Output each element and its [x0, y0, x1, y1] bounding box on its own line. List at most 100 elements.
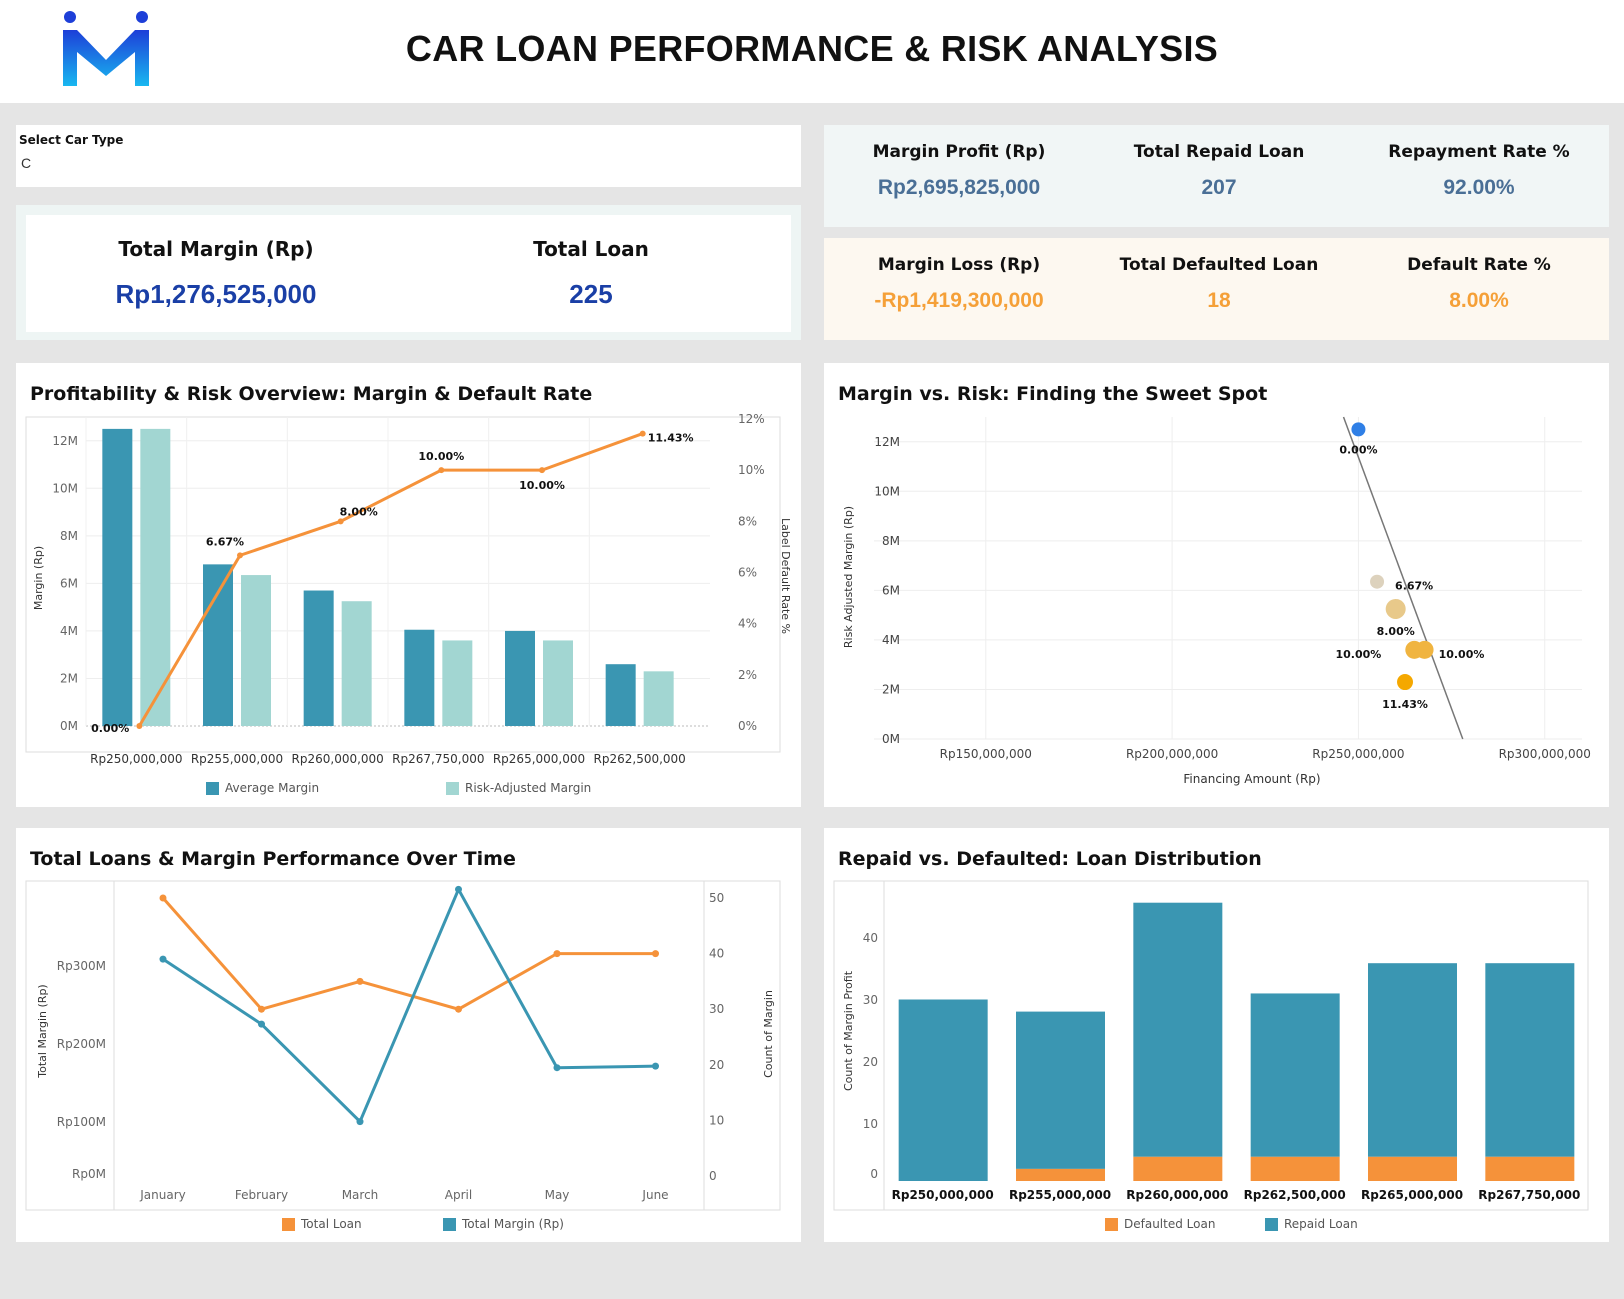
average-margin-bar: [605, 664, 636, 726]
legend-label: Total Margin (Rp): [462, 1217, 564, 1231]
total-loan-point: [652, 950, 659, 958]
kpi-value: Rp1,276,525,000: [115, 279, 317, 309]
kpi-value: 18: [1207, 289, 1231, 312]
risk-adjusted-bar: [543, 640, 573, 726]
y2-tick-label: 10%: [738, 463, 765, 477]
data-label: 10.00%: [1335, 648, 1381, 661]
scatter-point: [1385, 598, 1406, 619]
x-tick-label: March: [342, 1188, 379, 1202]
risk-adjusted-bar: [341, 601, 372, 726]
kpi-value: 92.00%: [1443, 176, 1515, 199]
page-title: CAR LOAN PERFORMANCE & RISK ANALYSIS: [405, 28, 1219, 69]
x-tick-label: Rp250,000,000: [1312, 747, 1404, 761]
default-rate-point: [438, 467, 445, 474]
x-tick-label: Rp255,000,000: [1009, 1188, 1111, 1202]
y2-tick-label: 6%: [738, 566, 757, 580]
defaulted-loan-bar: [1485, 1156, 1575, 1181]
total-margin-point: [356, 1118, 364, 1126]
y-axis-title: Risk Adjusted Margin (Rp): [842, 506, 855, 648]
kpi-value: Rp2,695,825,000: [877, 176, 1041, 199]
total-margin-point: [652, 1062, 659, 1070]
repayment-rate-kpi: Repayment Rate % 92.00%: [1354, 142, 1604, 200]
y2-tick-label: 0: [709, 1169, 717, 1183]
y-tick-label: 40: [863, 931, 878, 945]
x-tick-label: Rp267,750,000: [392, 752, 484, 766]
x-tick-label: Rp260,000,000: [1126, 1188, 1228, 1202]
x-tick-label: Rp250,000,000: [892, 1188, 994, 1202]
total-margin-point: [159, 955, 167, 963]
loans-over-time-chart[interactable]: Rp0M Rp100M Rp200M Rp300M 0 10 20 30 40 50 Total M…: [16, 828, 801, 1242]
data-label: 0.00%: [1339, 443, 1377, 456]
x-tick-label: Rp262,500,000: [594, 752, 686, 766]
margin-risk-scatter[interactable]: 0M 2M 4M 6M 8M 10M 12M Rp150,000,000 Rp200,000,0…: [824, 363, 1609, 807]
y-tick-label: 10M: [874, 484, 900, 498]
y-axis-title: Margin (Rp): [32, 546, 45, 610]
data-label: 6.67%: [1395, 580, 1433, 593]
y-tick-label: 0: [870, 1167, 878, 1181]
legend-label: Repaid Loan: [1284, 1217, 1358, 1231]
x-axis-title: Financing Amount (Rp): [1183, 772, 1320, 786]
data-label: 11.43%: [648, 432, 694, 445]
car-type-filter[interactable]: Select Car Type C: [16, 125, 801, 187]
x-tick-label: Rp150,000,000: [940, 747, 1032, 761]
data-label: 8.00%: [340, 505, 378, 518]
y2-tick-label: 50: [709, 891, 724, 905]
average-margin-bar: [102, 428, 133, 726]
scatter-point: [1415, 640, 1434, 659]
legend-total-loan[interactable]: Total Loan: [282, 1217, 362, 1231]
defaulted-loan-kpi: Total Defaulted Loan 18: [1094, 255, 1344, 313]
y-tick-label: 12M: [52, 434, 78, 448]
average-margin-bar: [203, 564, 233, 726]
x-tick-label: Rp260,000,000: [292, 752, 384, 766]
legend-average-margin[interactable]: Average Margin: [206, 781, 319, 795]
total-loan-point: [356, 977, 364, 985]
kpi-label: Total Margin (Rp): [118, 237, 314, 261]
defaulted-loan-bar: [1133, 1156, 1223, 1181]
legend-swatch: [1265, 1217, 1278, 1231]
repaid-loan-bar: [1485, 963, 1575, 1157]
data-label: 10.00%: [1439, 648, 1485, 661]
y-tick-label: 4M: [60, 624, 78, 638]
total-loan-kpi: Total Loan 225: [476, 237, 706, 310]
x-tick-label: Rp262,500,000: [1244, 1188, 1346, 1202]
y2-tick-label: 12%: [738, 412, 765, 426]
default-rate-point: [337, 518, 344, 525]
data-label: 10.00%: [418, 450, 464, 463]
legend-risk-adjusted-margin[interactable]: Risk-Adjusted Margin: [446, 781, 591, 795]
x-tick-label: Rp250,000,000: [90, 752, 182, 766]
kpi-label: Margin Loss (Rp): [877, 255, 1041, 275]
legend-swatch: [206, 781, 219, 795]
x-tick-label: June: [641, 1188, 668, 1202]
legend-label: Risk-Adjusted Margin: [465, 781, 592, 795]
average-margin-bar: [505, 630, 535, 726]
kpi-value: -Rp1,419,300,000: [874, 289, 1044, 312]
y-tick-label: Rp100M: [57, 1115, 106, 1129]
repaid-defaulted-panel: Repaid vs. Defaulted: Loan Distribution …: [824, 828, 1609, 1242]
repaid-loan-bar: [1250, 993, 1340, 1157]
x-tick-label: Rp300,000,000: [1499, 747, 1591, 761]
y2-tick-label: 20: [709, 1058, 724, 1072]
default-rate-kpi: Default Rate % 8.00%: [1354, 255, 1604, 313]
margin-default-chart[interactable]: 0M 2M 4M 6M 8M 10M 12M 0% 2% 4% 6% 8% 10% 12% Margin (…: [16, 363, 801, 807]
margin-default-chart-panel: Profitability & Risk Overview: Margin & …: [16, 363, 801, 807]
default-rate-point: [237, 552, 243, 559]
legend-repaid-loan[interactable]: Repaid Loan: [1265, 1217, 1358, 1231]
legend-defaulted-loan[interactable]: Defaulted Loan: [1105, 1217, 1215, 1231]
data-label: 10.00%: [519, 479, 565, 492]
filter-label: Select Car Type: [19, 133, 124, 147]
kpi-value: 207: [1201, 176, 1237, 199]
x-tick-label: May: [545, 1188, 570, 1202]
average-margin-bar: [404, 629, 435, 726]
legend-total-margin[interactable]: Total Margin (Rp): [443, 1217, 564, 1231]
repaid-loan-bar: [1133, 902, 1223, 1157]
car-type-select[interactable]: C: [21, 155, 31, 171]
loans-over-time-panel: Total Loans & Margin Performance Over Ti…: [16, 828, 801, 1242]
y2-tick-label: 0%: [738, 719, 757, 733]
data-label: 0.00%: [91, 722, 129, 735]
y-tick-label: 6M: [60, 576, 78, 590]
average-margin-bar: [303, 590, 334, 726]
kpi-label: Margin Profit (Rp): [872, 142, 1046, 162]
legend-label: Average Margin: [225, 781, 320, 795]
y-tick-label: 0M: [882, 732, 900, 746]
repaid-defaulted-chart[interactable]: 0 10 20 30 40 Count of Margin Profit Rp250,000…: [824, 828, 1609, 1242]
